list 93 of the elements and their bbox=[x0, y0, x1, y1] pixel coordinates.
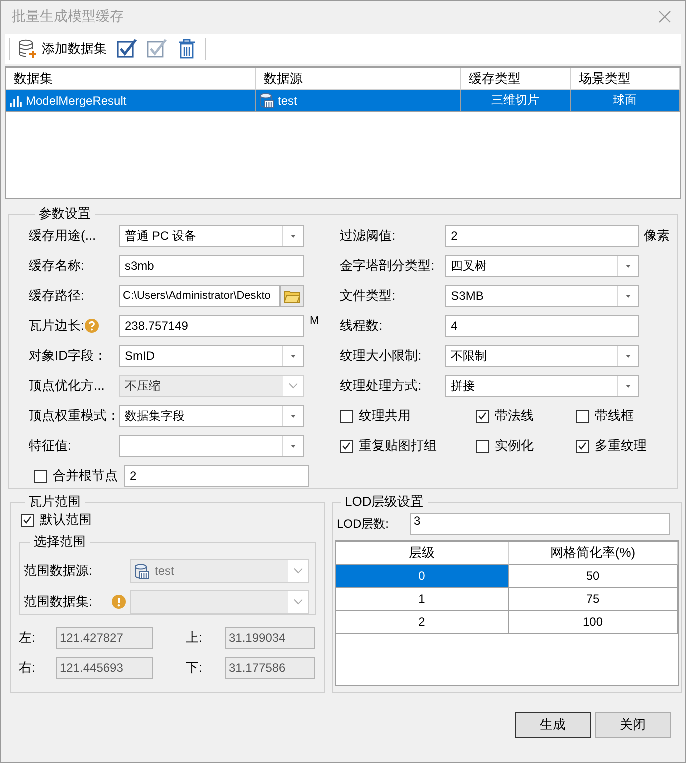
field-label: 线程数: bbox=[340, 317, 384, 335]
caret-down-icon bbox=[626, 264, 631, 268]
unit-label: M bbox=[310, 315, 320, 327]
database-icon bbox=[260, 93, 274, 108]
group-title: 瓦片范围 bbox=[28, 493, 82, 511]
checkbox[interactable] bbox=[476, 410, 490, 422]
table-cell[interactable]: 2 bbox=[336, 611, 509, 634]
checkbox-checked-icon bbox=[147, 39, 167, 59]
chevron-down-icon bbox=[294, 599, 302, 605]
field-label: 缓存用途(... bbox=[29, 227, 98, 245]
checkbox[interactable] bbox=[340, 440, 354, 452]
field-label: LOD层数: bbox=[336, 516, 390, 532]
checkbox[interactable] bbox=[340, 410, 354, 422]
group-title: 参数设置 bbox=[38, 205, 92, 223]
checkbox-label: 纹理共用 bbox=[359, 407, 412, 425]
dropdown[interactable]: 普通 PC 设备 bbox=[119, 225, 304, 247]
table-cell[interactable]: ModelMergeResult bbox=[6, 90, 256, 112]
field-label: 上: bbox=[186, 629, 204, 647]
database-icon bbox=[135, 564, 149, 578]
checkbox-label: 实例化 bbox=[495, 437, 534, 455]
checkbox[interactable] bbox=[21, 514, 34, 526]
field-label: 范围数据集: bbox=[24, 593, 94, 611]
group-title: LOD层级设置 bbox=[344, 493, 425, 511]
checkbox-label: 带法线 bbox=[495, 407, 534, 425]
field-label: 左: bbox=[19, 629, 37, 647]
table-cell[interactable]: test bbox=[256, 90, 461, 112]
browse-button[interactable] bbox=[280, 285, 304, 307]
window-title: 批量生成模型缓存 bbox=[12, 8, 124, 26]
table-cell[interactable]: 1 bbox=[336, 588, 509, 611]
chevron-down-icon bbox=[294, 568, 302, 574]
table-cell[interactable]: 100 bbox=[509, 611, 678, 634]
input-field[interactable]: 4 bbox=[445, 315, 640, 337]
input-field[interactable]: C:\Users\Administrator\Deskto bbox=[119, 285, 280, 307]
bar-chart-icon bbox=[10, 94, 22, 106]
checkbox[interactable] bbox=[576, 440, 590, 452]
field-label: 右: bbox=[19, 659, 37, 677]
dropdown[interactable]: 四叉树 bbox=[445, 255, 640, 277]
caret-down-icon bbox=[290, 444, 296, 448]
trash-icon bbox=[178, 39, 196, 59]
table-cell[interactable]: 0 bbox=[336, 565, 509, 588]
checkbox-label: 带线框 bbox=[595, 407, 634, 425]
field-label: 纹理大小限制: bbox=[340, 347, 423, 365]
caret-down-icon bbox=[626, 354, 631, 358]
field-label: 下: bbox=[186, 659, 204, 677]
input-field[interactable]: 3 bbox=[410, 513, 670, 535]
field-label: 范围数据源: bbox=[24, 562, 94, 580]
field-label: 过滤阈值: bbox=[340, 227, 397, 245]
dialog-button[interactable]: 生成 bbox=[515, 712, 591, 738]
dropdown[interactable]: 拼接 bbox=[445, 375, 640, 397]
add-dataset-button[interactable]: 添加数据集 bbox=[16, 36, 109, 62]
caret-down-icon bbox=[290, 354, 296, 358]
field-label: 金字塔剖分类型: bbox=[340, 257, 436, 275]
caret-down-icon bbox=[626, 384, 631, 388]
table-cell[interactable]: 三维切片 bbox=[461, 90, 571, 112]
checkbox-label: 多重纹理 bbox=[595, 437, 648, 455]
caret-down-icon bbox=[290, 234, 296, 238]
caret-down-icon bbox=[290, 414, 296, 418]
folder-icon bbox=[284, 289, 300, 303]
select-all-button[interactable] bbox=[115, 37, 139, 61]
caret-down-icon bbox=[626, 294, 631, 298]
input-field[interactable]: 2 bbox=[124, 465, 309, 487]
field-label: 顶点权重模式： bbox=[29, 407, 119, 425]
checkbox[interactable] bbox=[34, 470, 47, 482]
database-add-icon bbox=[18, 39, 38, 59]
dropdown[interactable]: SmID bbox=[119, 345, 304, 367]
field-label: 缓存路径: bbox=[29, 287, 86, 305]
group-title: 选择范围 bbox=[33, 533, 87, 551]
field-label: 顶点优化方... bbox=[29, 377, 106, 395]
field-label: 瓦片边长: bbox=[29, 317, 85, 335]
field-label: 对象ID字段： bbox=[29, 347, 108, 365]
checkbox-label: 重复贴图打组 bbox=[359, 437, 438, 455]
checkbox[interactable] bbox=[576, 410, 590, 422]
checkbox-label: 合并根节点 bbox=[53, 467, 118, 485]
table-cell[interactable]: 球面 bbox=[571, 90, 680, 112]
unit-label: 像素 bbox=[644, 227, 670, 245]
dropdown[interactable]: 数据集字段 bbox=[119, 405, 304, 427]
field-label: 纹理处理方式: bbox=[340, 377, 423, 395]
input-field[interactable]: s3mb bbox=[119, 255, 304, 277]
field-label: 文件类型: bbox=[340, 287, 397, 305]
dropdown[interactable]: S3MB bbox=[445, 285, 640, 307]
input-field[interactable]: 238.757149 bbox=[119, 315, 304, 337]
checkbox[interactable] bbox=[476, 440, 490, 452]
dropdown[interactable]: 不限制 bbox=[445, 345, 640, 367]
chevron-down-icon bbox=[288, 383, 298, 389]
input-field[interactable]: 2 bbox=[445, 225, 640, 247]
table-cell[interactable]: 75 bbox=[509, 588, 678, 611]
field-label: 特征值: bbox=[29, 437, 73, 455]
dialog-button[interactable]: 关闭 bbox=[595, 712, 671, 738]
checkbox-checked-icon bbox=[117, 39, 137, 59]
checkbox-label: 默认范围 bbox=[40, 511, 92, 529]
table-cell[interactable]: 50 bbox=[509, 565, 678, 588]
column-header[interactable]: 网格简化率(%) bbox=[509, 542, 678, 565]
field-label: 缓存名称: bbox=[29, 257, 86, 275]
